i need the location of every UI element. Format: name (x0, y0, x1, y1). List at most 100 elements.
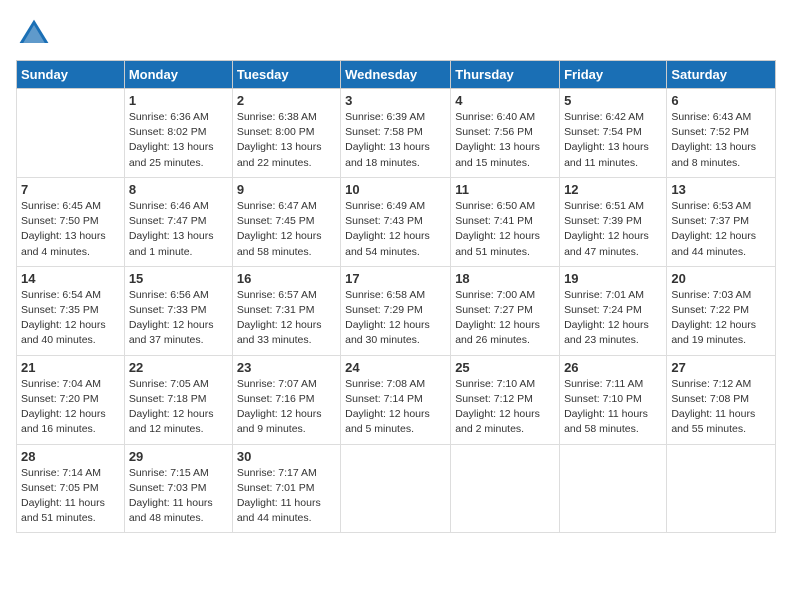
day-info: Sunrise: 6:56 AM Sunset: 7:33 PM Dayligh… (129, 288, 228, 349)
calendar-cell: 25Sunrise: 7:10 AM Sunset: 7:12 PM Dayli… (451, 355, 560, 444)
calendar-cell: 2 Sunrise: 6:38 AM Sunset: 8:00 PM Daylig… (232, 89, 340, 178)
day-info: Sunrise: 7:04 AM Sunset: 7:20 PM Dayligh… (21, 377, 120, 438)
calendar-cell: 13Sunrise: 6:53 AM Sunset: 7:37 PM Dayli… (667, 177, 776, 266)
day-number: 17 (345, 271, 446, 286)
calendar-cell: 14 Sunrise: 6:54 AM Sunset: 7:35 PM Dayli… (17, 266, 125, 355)
day-number: 30 (237, 449, 336, 464)
day-number: 28 (21, 449, 120, 464)
day-number: 12 (564, 182, 662, 197)
day-number: 9 (237, 182, 336, 197)
day-info: Sunrise: 7:11 AM Sunset: 7:10 PM Dayligh… (564, 377, 662, 438)
day-number: 27 (671, 360, 771, 375)
day-info: Sunrise: 6:54 AM Sunset: 7:35 PM Dayligh… (21, 288, 120, 349)
logo (16, 16, 56, 52)
calendar-cell: 15 Sunrise: 6:56 AM Sunset: 7:33 PM Dayli… (124, 266, 232, 355)
header-sunday: Sunday (17, 61, 125, 89)
calendar-cell: 1 Sunrise: 6:36 AM Sunset: 8:02 PM Daylig… (124, 89, 232, 178)
day-info: Sunrise: 6:50 AM Sunset: 7:41 PM Dayligh… (455, 199, 555, 260)
day-number: 21 (21, 360, 120, 375)
calendar-cell: 8 Sunrise: 6:46 AM Sunset: 7:47 PM Daylig… (124, 177, 232, 266)
header-thursday: Thursday (451, 61, 560, 89)
day-info: Sunrise: 6:57 AM Sunset: 7:31 PM Dayligh… (237, 288, 336, 349)
calendar-cell: 29 Sunrise: 7:15 AM Sunset: 7:03 PM Dayli… (124, 444, 232, 533)
day-info: Sunrise: 7:05 AM Sunset: 7:18 PM Dayligh… (129, 377, 228, 438)
header-monday: Monday (124, 61, 232, 89)
day-number: 20 (671, 271, 771, 286)
day-number: 29 (129, 449, 228, 464)
day-info: Sunrise: 6:47 AM Sunset: 7:45 PM Dayligh… (237, 199, 336, 260)
calendar-cell: 20 Sunrise: 7:03 AM Sunset: 7:22 PM Dayli… (667, 266, 776, 355)
calendar-cell: 3 Sunrise: 6:39 AM Sunset: 7:58 PM Daylig… (341, 89, 451, 178)
day-info: Sunrise: 6:46 AM Sunset: 7:47 PM Dayligh… (129, 199, 228, 260)
day-info: Sunrise: 6:40 AM Sunset: 7:56 PM Dayligh… (455, 110, 555, 171)
calendar-cell: 17 Sunrise: 6:58 AM Sunset: 7:29 PM Dayli… (341, 266, 451, 355)
calendar-cell: 28 Sunrise: 7:14 AM Sunset: 7:05 PM Dayli… (17, 444, 125, 533)
calendar-cell: 19Sunrise: 7:01 AM Sunset: 7:24 PM Dayli… (560, 266, 667, 355)
calendar-cell (667, 444, 776, 533)
day-number: 14 (21, 271, 120, 286)
calendar-cell (451, 444, 560, 533)
day-info: Sunrise: 6:45 AM Sunset: 7:50 PM Dayligh… (21, 199, 120, 260)
day-number: 7 (21, 182, 120, 197)
week-row-1: 1 Sunrise: 6:36 AM Sunset: 8:02 PM Daylig… (17, 89, 776, 178)
day-number: 16 (237, 271, 336, 286)
day-info: Sunrise: 6:58 AM Sunset: 7:29 PM Dayligh… (345, 288, 446, 349)
logo-icon (16, 16, 52, 52)
calendar-cell (341, 444, 451, 533)
day-number: 15 (129, 271, 228, 286)
header-saturday: Saturday (667, 61, 776, 89)
day-number: 1 (129, 93, 228, 108)
header-friday: Friday (560, 61, 667, 89)
calendar-cell: 5 Sunrise: 6:42 AM Sunset: 7:54 PM Daylig… (560, 89, 667, 178)
week-row-4: 21 Sunrise: 7:04 AM Sunset: 7:20 PM Dayli… (17, 355, 776, 444)
calendar-cell: 16 Sunrise: 6:57 AM Sunset: 7:31 PM Dayli… (232, 266, 340, 355)
day-info: Sunrise: 6:38 AM Sunset: 8:00 PM Dayligh… (237, 110, 336, 171)
day-number: 3 (345, 93, 446, 108)
calendar-cell: 11 Sunrise: 6:50 AM Sunset: 7:41 PM Dayli… (451, 177, 560, 266)
calendar-cell (17, 89, 125, 178)
calendar-cell: 21 Sunrise: 7:04 AM Sunset: 7:20 PM Dayli… (17, 355, 125, 444)
day-info: Sunrise: 7:14 AM Sunset: 7:05 PM Dayligh… (21, 466, 120, 527)
day-number: 4 (455, 93, 555, 108)
day-info: Sunrise: 7:15 AM Sunset: 7:03 PM Dayligh… (129, 466, 228, 527)
day-info: Sunrise: 6:51 AM Sunset: 7:39 PM Dayligh… (564, 199, 662, 260)
day-number: 22 (129, 360, 228, 375)
calendar-cell: 27 Sunrise: 7:12 AM Sunset: 7:08 PM Dayli… (667, 355, 776, 444)
calendar-table: SundayMondayTuesdayWednesdayThursdayFrid… (16, 60, 776, 533)
day-info: Sunrise: 7:01 AM Sunset: 7:24 PM Dayligh… (564, 288, 662, 349)
calendar-cell: 23 Sunrise: 7:07 AM Sunset: 7:16 PM Dayli… (232, 355, 340, 444)
day-info: Sunrise: 6:36 AM Sunset: 8:02 PM Dayligh… (129, 110, 228, 171)
header-tuesday: Tuesday (232, 61, 340, 89)
calendar-cell: 4 Sunrise: 6:40 AM Sunset: 7:56 PM Daylig… (451, 89, 560, 178)
calendar-cell: 10Sunrise: 6:49 AM Sunset: 7:43 PM Dayli… (341, 177, 451, 266)
day-info: Sunrise: 7:12 AM Sunset: 7:08 PM Dayligh… (671, 377, 771, 438)
calendar-cell: 6Sunrise: 6:43 AM Sunset: 7:52 PM Daylig… (667, 89, 776, 178)
calendar-header-row: SundayMondayTuesdayWednesdayThursdayFrid… (17, 61, 776, 89)
day-info: Sunrise: 6:39 AM Sunset: 7:58 PM Dayligh… (345, 110, 446, 171)
day-info: Sunrise: 7:08 AM Sunset: 7:14 PM Dayligh… (345, 377, 446, 438)
day-info: Sunrise: 6:42 AM Sunset: 7:54 PM Dayligh… (564, 110, 662, 171)
header-wednesday: Wednesday (341, 61, 451, 89)
day-number: 11 (455, 182, 555, 197)
day-number: 6 (671, 93, 771, 108)
page-header (16, 16, 776, 52)
day-number: 26 (564, 360, 662, 375)
calendar-cell: 7 Sunrise: 6:45 AM Sunset: 7:50 PM Daylig… (17, 177, 125, 266)
calendar-cell: 18Sunrise: 7:00 AM Sunset: 7:27 PM Dayli… (451, 266, 560, 355)
week-row-2: 7 Sunrise: 6:45 AM Sunset: 7:50 PM Daylig… (17, 177, 776, 266)
day-number: 8 (129, 182, 228, 197)
day-number: 24 (345, 360, 446, 375)
day-number: 5 (564, 93, 662, 108)
day-info: Sunrise: 7:03 AM Sunset: 7:22 PM Dayligh… (671, 288, 771, 349)
day-number: 23 (237, 360, 336, 375)
day-info: Sunrise: 7:07 AM Sunset: 7:16 PM Dayligh… (237, 377, 336, 438)
day-number: 10 (345, 182, 446, 197)
calendar-cell: 12 Sunrise: 6:51 AM Sunset: 7:39 PM Dayli… (560, 177, 667, 266)
day-number: 2 (237, 93, 336, 108)
calendar-cell: 24 Sunrise: 7:08 AM Sunset: 7:14 PM Dayli… (341, 355, 451, 444)
week-row-5: 28 Sunrise: 7:14 AM Sunset: 7:05 PM Dayli… (17, 444, 776, 533)
calendar-cell (560, 444, 667, 533)
day-info: Sunrise: 7:17 AM Sunset: 7:01 PM Dayligh… (237, 466, 336, 527)
calendar-cell: 30 Sunrise: 7:17 AM Sunset: 7:01 PM Dayli… (232, 444, 340, 533)
week-row-3: 14 Sunrise: 6:54 AM Sunset: 7:35 PM Dayli… (17, 266, 776, 355)
